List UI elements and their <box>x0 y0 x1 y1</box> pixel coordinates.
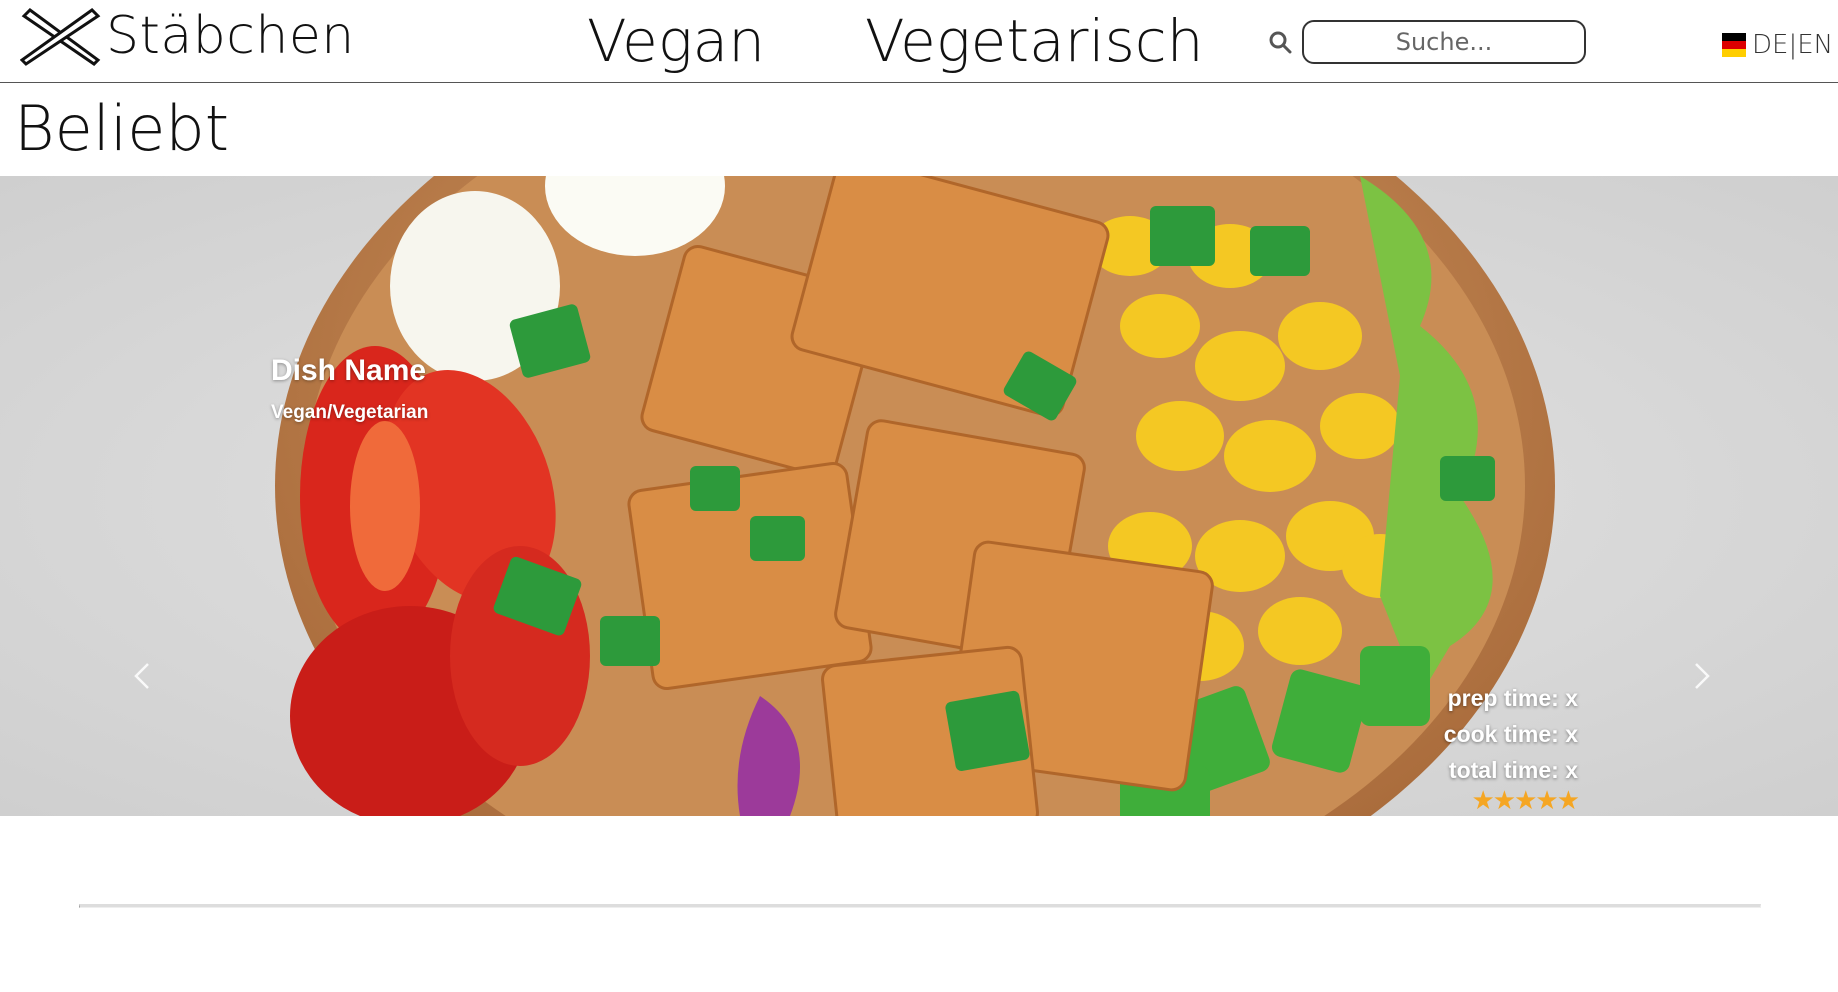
cook-time: cook time: x <box>1443 721 1578 747</box>
cooking-times: prep time: x cook time: x total time: x <box>1444 680 1578 788</box>
carousel-next-icon[interactable] <box>1686 656 1716 696</box>
brand-name[interactable]: Stäbchen <box>106 10 355 62</box>
language-label[interactable]: DE|EN <box>1752 30 1833 60</box>
search-icon[interactable] <box>1268 30 1292 54</box>
language-switcher[interactable]: DE|EN <box>1722 30 1833 60</box>
german-flag-icon <box>1722 33 1746 57</box>
dish-type: Vegan/Vegetarian <box>271 402 429 423</box>
section-title: Beliebt <box>14 92 230 165</box>
total-time: total time: x <box>1448 757 1578 783</box>
star-icon: ★ <box>1471 786 1494 816</box>
star-icon: ★ <box>1556 786 1580 816</box>
star-icon: ★ <box>1535 786 1558 816</box>
chopsticks-logo-icon[interactable] <box>20 6 102 68</box>
dish-name[interactable]: Dish Name <box>271 354 426 388</box>
carousel-prev-icon[interactable] <box>128 656 158 696</box>
star-icon: ★ <box>1492 786 1516 816</box>
search-input[interactable] <box>1302 20 1586 64</box>
nav-link-vegetarisch[interactable]: Vegetarisch <box>865 12 1203 70</box>
section-divider <box>79 904 1761 908</box>
prep-time: prep time: x <box>1447 685 1578 711</box>
nav-link-vegan[interactable]: Vegan <box>587 12 765 70</box>
navbar: Stäbchen Vegan Vegetarisch DE|EN <box>0 0 1838 83</box>
rating-stars: ★★★★★ <box>1471 786 1580 816</box>
star-icon: ★ <box>1514 786 1537 816</box>
